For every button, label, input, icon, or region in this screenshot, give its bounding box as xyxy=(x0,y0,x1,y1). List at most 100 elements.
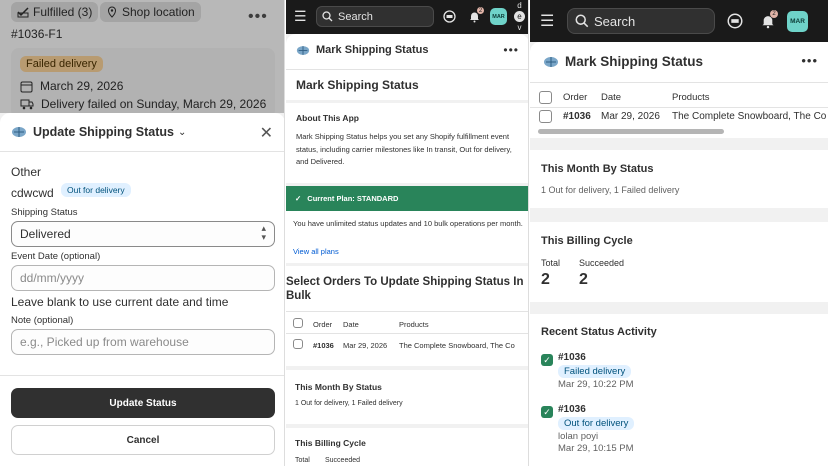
carrier-type-label: Other xyxy=(11,165,42,179)
admin-wide-panel: ☰ Search 2 MAR Mark Shipping Status ••• … xyxy=(530,0,828,466)
carrier-name: cdwcwd xyxy=(11,186,54,200)
notification-count: 2 xyxy=(477,7,484,14)
select-orders-title: Select Orders To Update Shipping Status … xyxy=(286,276,524,302)
note-input[interactable]: e.g., Picked up from warehouse xyxy=(11,329,275,355)
top-bar: ☰ Search 2 MAR xyxy=(530,0,828,42)
store-icon[interactable] xyxy=(443,10,456,23)
avatar[interactable]: MAR xyxy=(490,8,507,25)
chevron-down-icon[interactable]: ⌄ xyxy=(178,127,186,138)
app-header-row: Mark Shipping Status xyxy=(543,54,703,69)
about-title: About This App xyxy=(296,113,359,123)
app-logo-icon xyxy=(544,56,558,67)
col-date: Date xyxy=(601,92,622,103)
shipping-status-label: Shipping Status xyxy=(11,207,78,218)
billing-card: This Billing Cycle Total 2 Succeeded 2 xyxy=(530,222,828,302)
plan-banner-text: Current Plan: STANDARD xyxy=(307,194,399,203)
search-placeholder: Search xyxy=(594,13,636,29)
update-status-button[interactable]: Update Status xyxy=(11,388,275,418)
billing-total-label: Total xyxy=(541,258,561,268)
search-placeholder: Search xyxy=(338,10,373,23)
menu-icon[interactable]: ☰ xyxy=(540,11,554,31)
sheet-title: Update Shipping Status xyxy=(33,125,174,139)
modal-backdrop[interactable] xyxy=(0,0,284,113)
sheet-divider xyxy=(0,375,284,376)
app-header-row: Mark Shipping Status xyxy=(296,44,428,56)
more-actions-icon[interactable]: ••• xyxy=(503,43,519,57)
page-title-card: Mark Shipping Status xyxy=(286,70,528,100)
billing-card: This Billing Cycle Total Succeeded xyxy=(286,428,528,466)
billing-succeeded-label: Succeeded xyxy=(325,457,361,464)
status-badge: Out for delivery xyxy=(61,183,131,197)
col-products: Products xyxy=(399,320,429,329)
search-icon xyxy=(575,14,589,28)
activity-time: Mar 29, 10:15 PM xyxy=(558,443,634,454)
about-card: About This App Mark Shipping Status help… xyxy=(286,103,528,183)
activity-note: lolan poyi xyxy=(558,431,599,442)
select-all-checkbox[interactable] xyxy=(539,91,552,104)
top-bar: ☰ Search 2 MAR d e v xyxy=(286,0,528,34)
col-order: Order xyxy=(313,320,333,329)
check-icon: ✓ xyxy=(295,194,302,203)
billing-total-value: 2 xyxy=(541,271,550,288)
view-all-plans-link[interactable]: View all plans xyxy=(293,247,339,256)
app-header-title: Mark Shipping Status xyxy=(316,44,429,56)
recent-activity-card: Recent Status Activity ✓ #1036 Failed de… xyxy=(530,314,828,466)
cancel-button[interactable]: Cancel xyxy=(11,425,275,455)
month-status-card: This Month By Status 1 Out for delivery,… xyxy=(530,150,828,208)
select-all-checkbox[interactable] xyxy=(293,318,303,328)
admin-narrow-panel: ☰ Search 2 MAR d e v Mark Shipping Statu… xyxy=(286,0,529,466)
plan-card: You have unlimited status updates and 10… xyxy=(286,211,528,263)
month-title: This Month By Status xyxy=(295,382,382,392)
app-header-title: Mark Shipping Status xyxy=(565,54,704,69)
month-text: 1 Out for delivery, 1 Failed delivery xyxy=(541,185,680,195)
initial-2: e xyxy=(514,11,525,22)
check-icon: ✓ xyxy=(541,406,553,418)
search-icon xyxy=(322,11,333,22)
horizontal-scrollbar[interactable] xyxy=(538,129,724,134)
activity-status-badge: Out for delivery xyxy=(558,417,635,430)
initial-1: d xyxy=(517,1,522,10)
activity-order[interactable]: #1036 xyxy=(558,404,586,415)
billing-succeeded-label: Succeeded xyxy=(579,258,625,268)
row-checkbox[interactable] xyxy=(293,339,303,349)
avatar[interactable]: MAR xyxy=(787,11,808,32)
search-input[interactable]: Search xyxy=(567,8,715,34)
select-arrows-icon: ▴ ▾ xyxy=(261,223,266,242)
row-date: Mar 29, 2026 xyxy=(343,341,388,350)
app-header: Mark Shipping Status ••• xyxy=(530,42,828,82)
user-initials[interactable]: d e v xyxy=(514,0,525,33)
activity-title: Recent Status Activity xyxy=(541,326,657,338)
row-products: The Complete Snowboard, The Co xyxy=(672,111,827,122)
billing-succeeded-value: 2 xyxy=(579,271,588,288)
app-logo-icon xyxy=(296,45,310,55)
plan-banner: ✓ Current Plan: STANDARD xyxy=(286,186,528,211)
row-date: Mar 29, 2026 xyxy=(601,111,660,122)
event-date-help: Leave blank to use current date and time xyxy=(11,295,229,309)
month-text: 1 Out for delivery, 1 Failed delivery xyxy=(295,400,403,407)
more-actions-icon[interactable]: ••• xyxy=(801,53,818,68)
shipping-status-value: Delivered xyxy=(20,227,71,241)
row-products: The Complete Snowboard, The Co xyxy=(399,341,515,350)
month-title: This Month By Status xyxy=(541,163,654,175)
plan-text: You have unlimited status updates and 10… xyxy=(293,219,523,228)
event-date-input[interactable]: dd/mm/yyyy xyxy=(11,265,275,291)
initial-3: v xyxy=(517,23,522,32)
row-order[interactable]: #1036 xyxy=(563,111,591,122)
shipping-status-select[interactable]: Delivered ▴ ▾ xyxy=(11,221,275,247)
month-status-card: This Month By Status 1 Out for delivery,… xyxy=(286,370,528,424)
check-icon: ✓ xyxy=(541,354,553,366)
mobile-order-panel: Fulfilled (3) Shop location ••• #1036-F1… xyxy=(0,0,285,466)
billing-title: This Billing Cycle xyxy=(541,235,633,247)
row-order[interactable]: #1036 xyxy=(313,341,334,350)
menu-icon[interactable]: ☰ xyxy=(294,8,307,25)
row-checkbox[interactable] xyxy=(539,110,552,123)
search-input[interactable]: Search xyxy=(316,6,434,27)
billing-title: This Billing Cycle xyxy=(295,438,366,448)
store-icon[interactable] xyxy=(727,13,743,29)
close-icon[interactable]: ✕ xyxy=(260,123,273,143)
orders-table-card: Order Date Products #1036 Mar 29, 2026 T… xyxy=(530,83,828,138)
col-products: Products xyxy=(672,92,710,103)
activity-order[interactable]: #1036 xyxy=(558,352,586,363)
app-header: Mark Shipping Status ••• xyxy=(286,34,528,69)
event-date-label: Event Date (optional) xyxy=(11,251,101,262)
